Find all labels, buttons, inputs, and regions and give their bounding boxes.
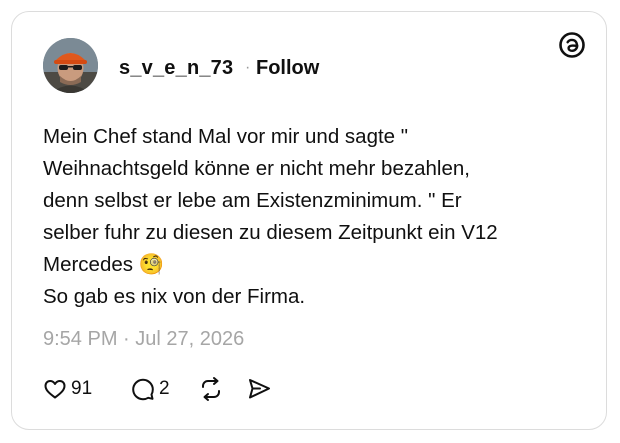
post-card: s_v_e_n_73 · Follow Mein Chef stand Mal … xyxy=(11,11,607,430)
share-button[interactable] xyxy=(246,374,272,404)
like-button[interactable]: 91 xyxy=(43,374,92,404)
post-header: s_v_e_n_73 · Follow xyxy=(12,12,606,122)
heart-icon xyxy=(43,377,67,401)
username[interactable]: s_v_e_n_73 xyxy=(119,57,233,80)
separator-dot: · xyxy=(245,59,251,76)
repost-icon xyxy=(198,376,224,402)
share-send-icon xyxy=(246,376,272,402)
post-body-text: Mein Chef stand Mal vor mir und sagte " … xyxy=(43,125,498,308)
follow-button[interactable]: Follow xyxy=(256,57,319,80)
like-count: 91 xyxy=(71,378,93,399)
reply-button[interactable]: 2 xyxy=(131,374,170,404)
threads-icon[interactable] xyxy=(558,31,586,59)
avatar[interactable] xyxy=(43,38,98,93)
repost-button[interactable] xyxy=(198,374,224,404)
reply-count: 2 xyxy=(159,378,170,399)
comment-bubble-icon xyxy=(131,377,155,401)
post-timestamp[interactable]: 9:54 PM · Jul 27, 2026 xyxy=(43,328,244,351)
